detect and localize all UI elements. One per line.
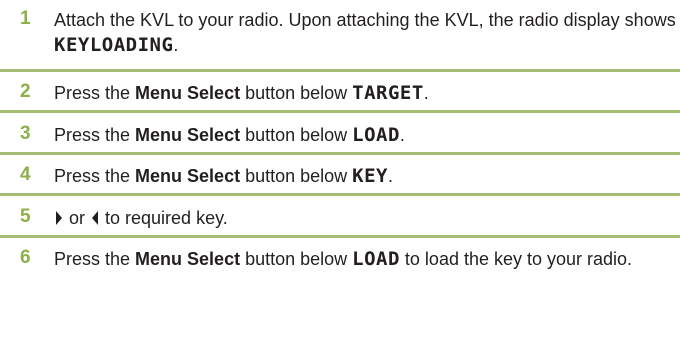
step-text-part: . <box>423 83 429 103</box>
step-text-part: or <box>64 208 91 228</box>
step-text-part: . <box>173 35 179 55</box>
step-text: Press the Menu Select button below KEY. <box>54 164 676 189</box>
step-text-part: button below <box>240 249 353 269</box>
step-number: 1 <box>20 8 31 29</box>
step-text-part: button below <box>240 83 353 103</box>
right-arrow-icon <box>56 210 62 225</box>
display-text: TARGET <box>352 82 424 104</box>
display-text: KEY <box>352 165 388 187</box>
step-text-part: to load the key to your radio. <box>399 249 633 269</box>
step-text-part: button below <box>240 125 353 145</box>
left-arrow-icon <box>92 210 99 225</box>
display-text: LOAD <box>352 124 400 146</box>
step-text-part: Press the <box>54 249 136 269</box>
step-text-part: . <box>387 166 393 186</box>
display-text: KEYLOADING <box>54 34 174 56</box>
step-text-part: to required key. <box>100 208 228 228</box>
step-5: 5 or to required key. <box>0 196 680 238</box>
step-text-part: . <box>399 125 405 145</box>
procedure-steps: 1 Attach the KVL to your radio. Upon att… <box>0 0 680 310</box>
button-name: Menu Select <box>135 166 241 186</box>
step-text-part: Press the <box>54 125 136 145</box>
step-text: Press the Menu Select button below LOAD. <box>54 123 676 148</box>
step-3: 3 Press the Menu Select button below LOA… <box>0 113 680 155</box>
display-text: LOAD <box>352 248 400 270</box>
step-text: Press the Menu Select button below LOAD … <box>54 247 676 272</box>
step-6: 6 Press the Menu Select button below LOA… <box>0 238 680 310</box>
step-text-part: Attach the KVL to your radio. Upon attac… <box>54 10 676 30</box>
step-text: Press the Menu Select button below TARGE… <box>54 81 676 106</box>
step-text-part: Press the <box>54 166 136 186</box>
step-2: 2 Press the Menu Select button below TAR… <box>0 72 680 113</box>
step-text-part: Press the <box>54 83 136 103</box>
step-number: 4 <box>20 164 31 185</box>
step-number: 3 <box>20 123 31 144</box>
step-number: 5 <box>20 206 31 227</box>
button-name: Menu Select <box>135 125 241 145</box>
step-text: or to required key. <box>54 206 676 231</box>
step-text-part: button below <box>240 166 353 186</box>
step-number: 2 <box>20 81 31 102</box>
button-name: Menu Select <box>135 83 241 103</box>
step-1: 1 Attach the KVL to your radio. Upon att… <box>0 0 680 72</box>
step-text: Attach the KVL to your radio. Upon attac… <box>54 8 676 58</box>
step-number: 6 <box>20 247 31 268</box>
button-name: Menu Select <box>135 249 241 269</box>
step-4: 4 Press the Menu Select button below KEY… <box>0 155 680 196</box>
